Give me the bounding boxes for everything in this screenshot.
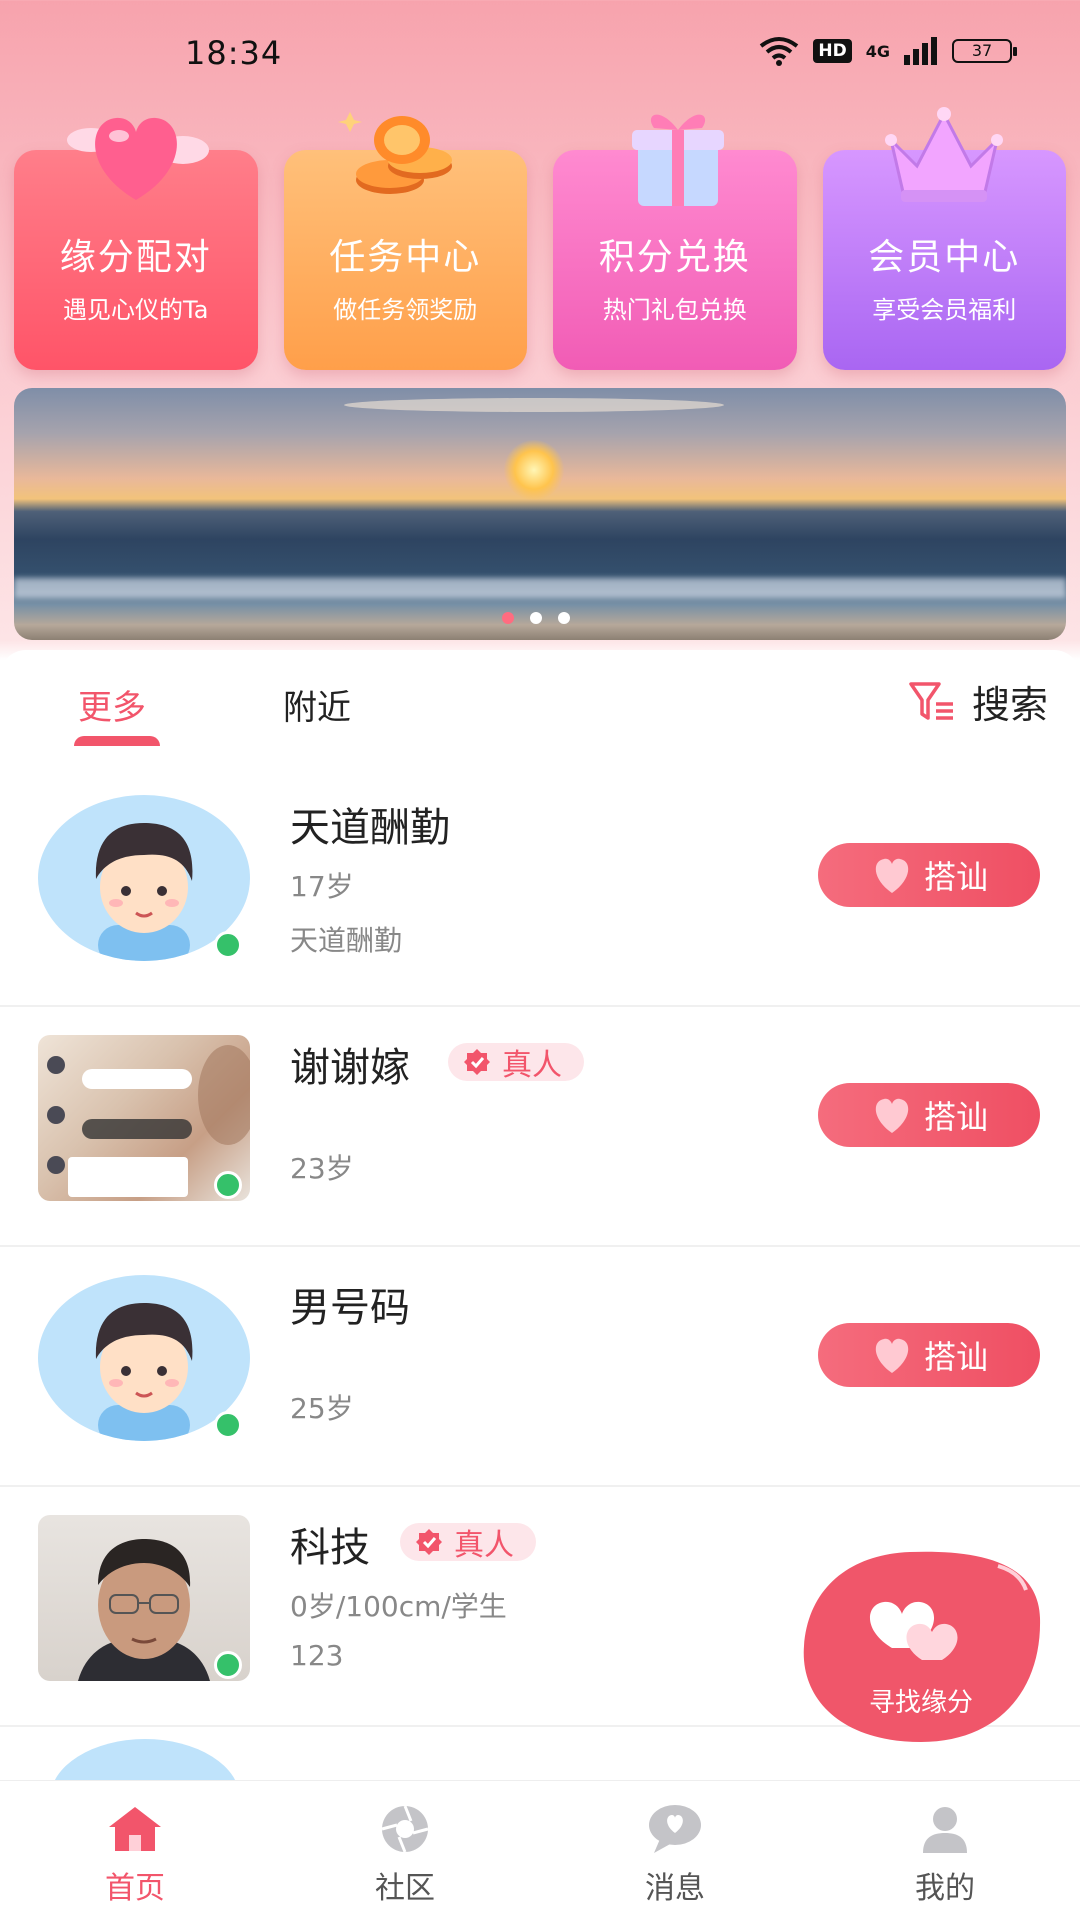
tab-indicator: [74, 736, 160, 746]
nav-label: 消息: [645, 1871, 705, 1906]
online-indicator: [214, 1171, 242, 1199]
feature-card-match[interactable]: 缘分配对 遇见心仪的Ta: [14, 100, 258, 370]
hd-badge: HD: [813, 39, 852, 63]
user-icon: [923, 1807, 967, 1853]
avatar[interactable]: [50, 1739, 240, 1785]
user-signature: 天道酬勤: [290, 924, 403, 957]
home-icon: [109, 1807, 161, 1851]
wifi-icon: [760, 37, 799, 66]
gift-icon: [631, 114, 724, 206]
card-subtitle: 热门礼包兑换: [602, 296, 747, 324]
verified-icon: [464, 1049, 490, 1075]
user-list-item[interactable]: 男号码 25岁 搭讪: [0, 1245, 1080, 1487]
user-list-item[interactable]: 谢谢嫁 真人 23岁 搭讪: [0, 1005, 1080, 1247]
online-indicator: [214, 1411, 242, 1439]
nav-messages[interactable]: 消息: [540, 1781, 810, 1921]
user-age: 17岁: [290, 870, 354, 903]
card-subtitle: 做任务领奖励: [333, 296, 478, 324]
crown-icon: [885, 107, 1004, 202]
verified-icon: [416, 1529, 442, 1555]
card-title: 积分兑换: [598, 237, 751, 278]
banner-carousel[interactable]: [14, 388, 1066, 640]
user-name: 科技: [290, 1525, 370, 1571]
verified-label: 真人: [502, 1048, 562, 1083]
bottom-nav: 首页 社区 消息 我的: [0, 1780, 1080, 1921]
greet-button[interactable]: 搭讪: [818, 843, 1040, 907]
card-title: 会员中心: [868, 237, 1021, 278]
feature-card-vip[interactable]: 会员中心 享受会员福利: [822, 100, 1066, 370]
status-bar: 18:34 HD 4G 37: [0, 0, 1080, 100]
greet-button[interactable]: 搭讪: [818, 1323, 1040, 1387]
banner-sun: [504, 440, 564, 500]
greet-label: 搭讪: [923, 858, 988, 896]
network-label: 4G: [865, 41, 890, 61]
greet-label: 搭讪: [923, 1098, 988, 1136]
search-label: 搜索: [971, 683, 1048, 727]
banner-cloud: [344, 398, 724, 412]
heart-icon: [875, 1098, 909, 1133]
card-subtitle: 享受会员福利: [872, 296, 1017, 324]
heart-icon: [875, 1338, 909, 1373]
nav-profile[interactable]: 我的: [810, 1781, 1080, 1921]
tab-nearby[interactable]: 附近: [283, 680, 351, 729]
nav-community[interactable]: 社区: [270, 1781, 540, 1921]
user-name: 天道酬勤: [290, 805, 450, 851]
card-title: 任务中心: [329, 237, 482, 278]
tab-more[interactable]: 更多: [78, 680, 146, 729]
greet-label: 搭讪: [923, 1338, 988, 1376]
heart-icon: [66, 117, 209, 200]
coins-icon: [338, 112, 453, 194]
carousel-dot[interactable]: [502, 612, 514, 624]
filter-icon: [909, 681, 953, 720]
nav-label: 首页: [105, 1871, 165, 1906]
feature-card-tasks[interactable]: 任务中心 做任务领奖励: [283, 100, 527, 370]
aperture-icon: [381, 1805, 429, 1853]
verified-badge: 真人: [448, 1043, 584, 1083]
battery-icon: 37: [952, 39, 1017, 63]
online-indicator: [214, 1651, 242, 1679]
carousel-dot[interactable]: [530, 612, 542, 624]
nav-label: 社区: [375, 1871, 435, 1906]
user-name: 男号码: [290, 1285, 410, 1331]
nav-home[interactable]: 首页: [0, 1781, 270, 1921]
banner-waves: [14, 578, 1066, 598]
status-icons: HD 4G 37: [759, 36, 1017, 66]
user-age: 23岁: [290, 1152, 354, 1185]
card-subtitle: 遇见心仪的Ta: [63, 296, 209, 324]
user-signature: 123: [290, 1639, 344, 1672]
status-time: 18:34: [185, 34, 283, 72]
search-button[interactable]: 搜索: [908, 674, 1048, 729]
verified-label: 真人: [454, 1528, 514, 1563]
heart-icon: [875, 858, 909, 893]
verified-badge: 真人: [400, 1523, 536, 1563]
user-list-item[interactable]: 天道酬勤 17岁 天道酬勤 搭讪: [0, 765, 1080, 1007]
feature-card-points[interactable]: 积分兑换 热门礼包兑换: [553, 100, 797, 370]
user-age: 25岁: [290, 1392, 354, 1425]
carousel-dot[interactable]: [558, 612, 570, 624]
user-info: 0岁/100cm/学生: [290, 1590, 507, 1623]
find-match-fab[interactable]: 寻找缘分: [800, 1548, 1042, 1746]
battery-level: 37: [971, 41, 993, 60]
fab-label: 寻找缘分: [868, 1688, 973, 1718]
carousel-dots: [502, 612, 570, 624]
greet-button[interactable]: 搭讪: [818, 1083, 1040, 1147]
nav-label: 我的: [915, 1871, 975, 1906]
user-name: 谢谢嫁: [290, 1045, 410, 1091]
signal-icon: [904, 37, 937, 65]
card-title: 缘分配对: [59, 237, 212, 278]
feature-row: 缘分配对 遇见心仪的Ta 任务中心 做任务领奖励 积分兑换 热门礼包兑换 会员中…: [14, 100, 1066, 370]
chat-icon: [649, 1805, 701, 1853]
online-indicator: [214, 931, 242, 959]
